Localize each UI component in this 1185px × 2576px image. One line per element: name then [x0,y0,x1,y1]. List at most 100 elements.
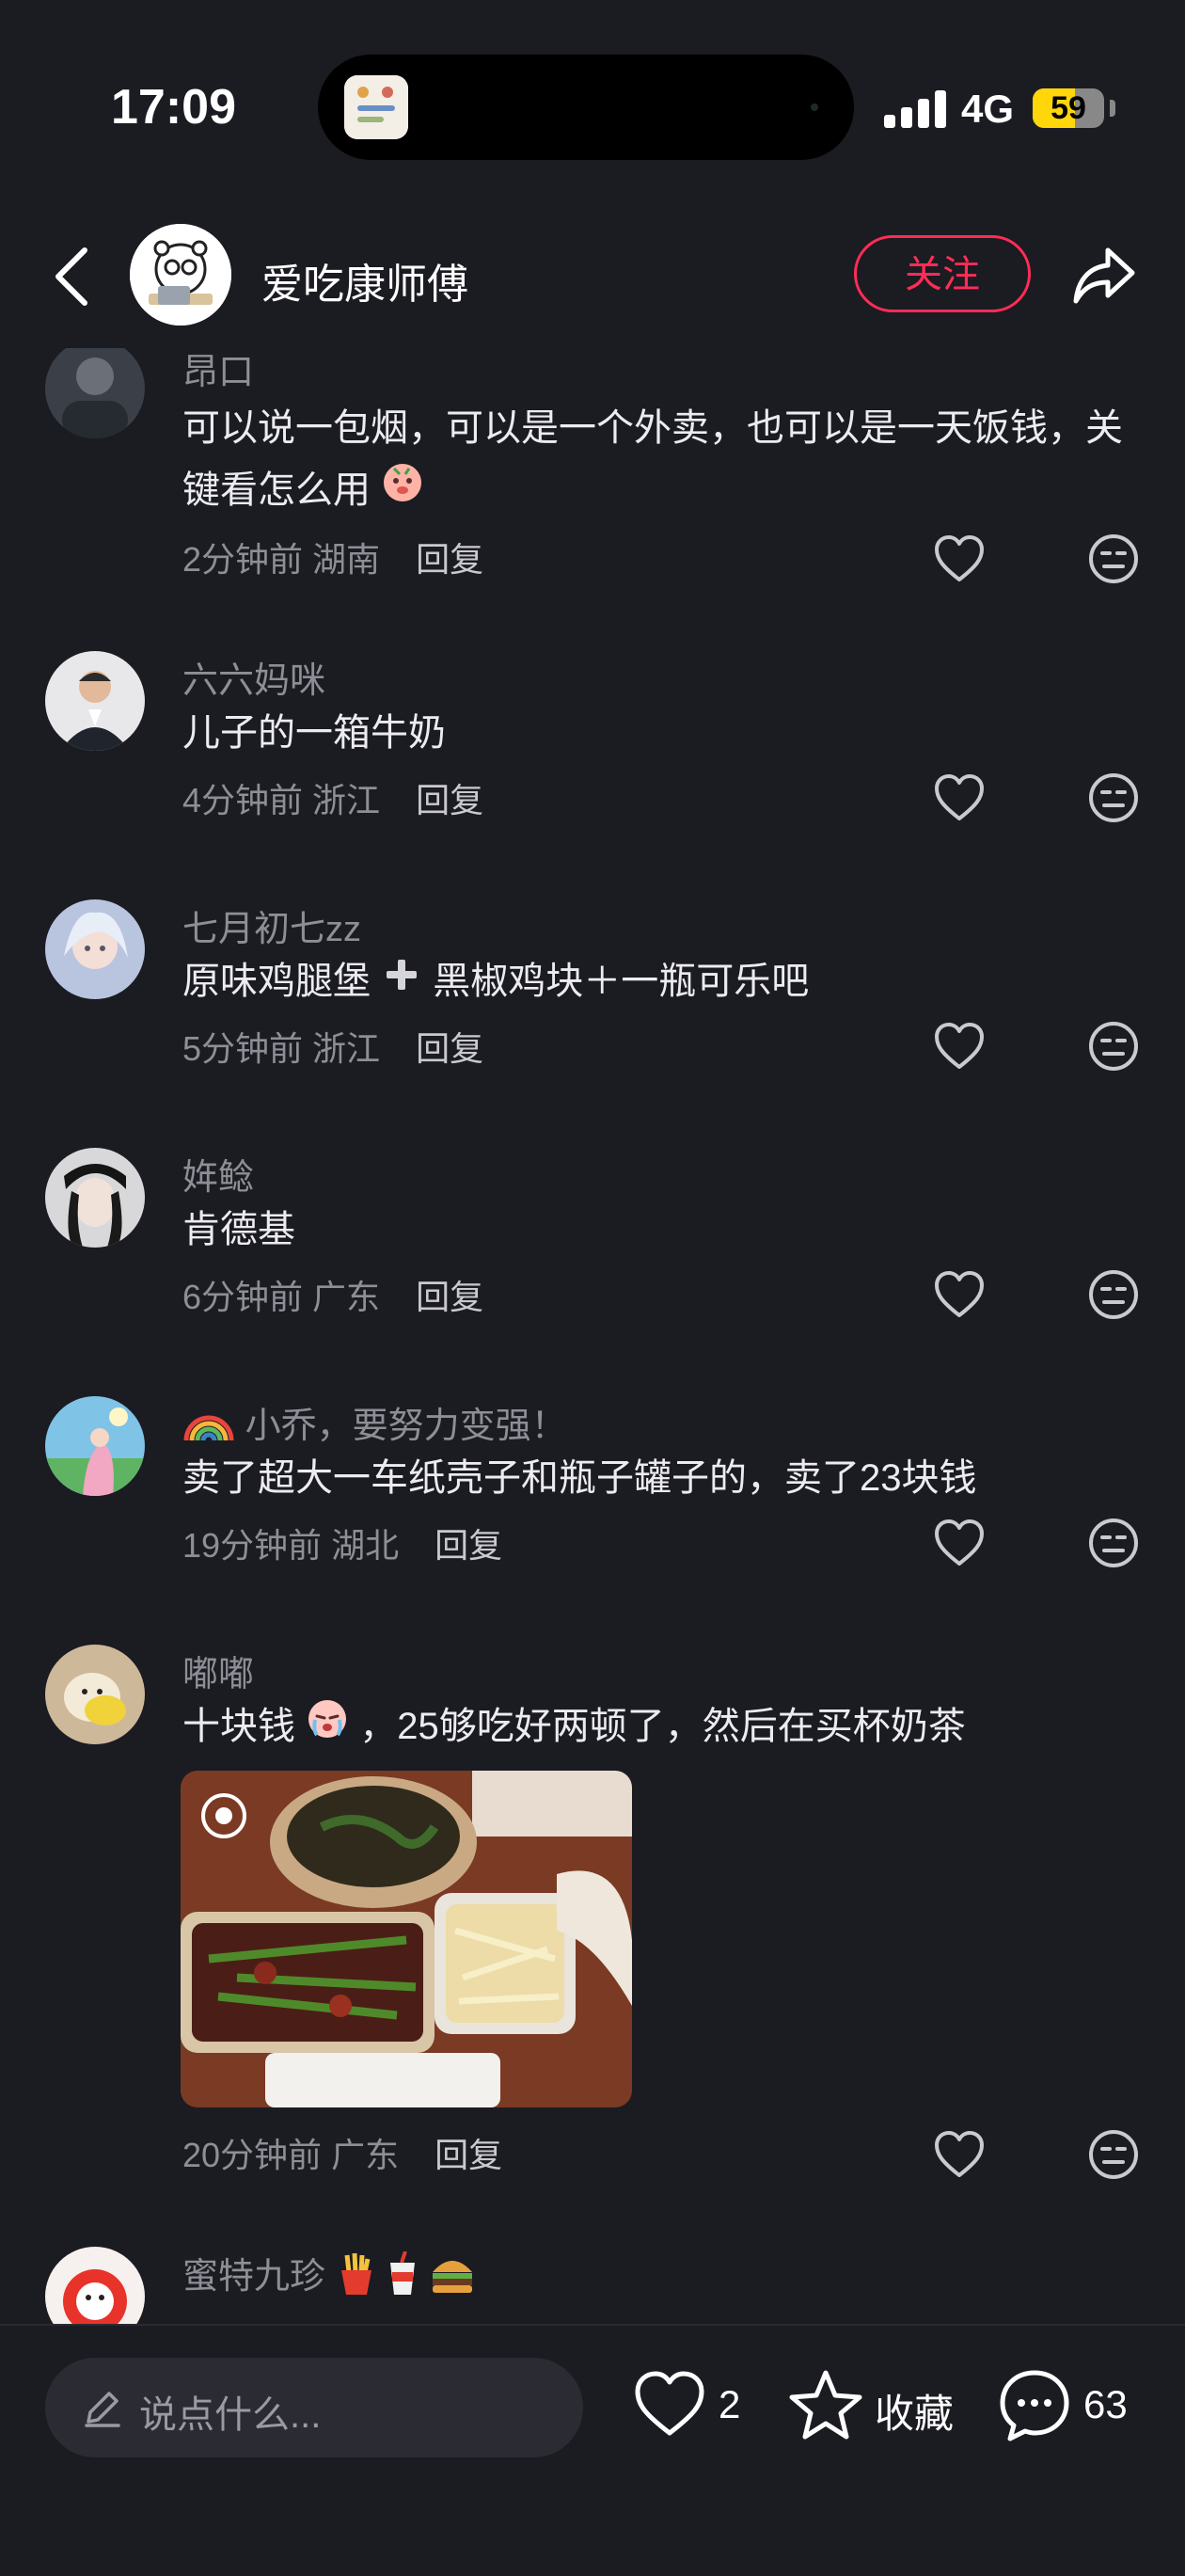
author-avatar[interactable] [130,224,231,326]
favorite-button[interactable]: 收藏 [788,2367,957,2448]
comment-time: 19分钟前 [182,1526,323,1565]
commenter-name[interactable]: 七月初七zz [182,899,361,951]
chat-bubble-icon [997,2367,1072,2442]
heart-icon [632,2367,707,2442]
reply-button[interactable]: 回复 [416,540,483,579]
comment-meta: 2分钟前 湖南 回复 [182,533,483,581]
heart-icon[interactable] [933,534,986,583]
meh-face-icon[interactable] [1087,1020,1140,1073]
meh-face-icon[interactable] [1087,533,1140,585]
commenter-name[interactable]: 昂口 [182,348,254,394]
commenter-name-text: 蜜特九珍 [182,2257,326,2297]
heart-icon[interactable] [933,1270,986,1319]
reply-button[interactable]: 回复 [416,781,483,819]
comment-meta: 19分钟前 湖北 回复 [182,1519,502,1567]
heart-icon[interactable] [933,773,986,822]
reply-button[interactable]: 回复 [434,1526,502,1565]
rainbow-emoji-icon [182,1405,235,1452]
star-icon [788,2367,863,2442]
comment-photo[interactable] [181,1771,632,2107]
comment-text-part: 黑椒鸡块＋一瓶可乐吧 [433,961,810,1002]
comment-text: 肯德基 [182,1209,295,1250]
commenter-name[interactable]: 嘟嘟 [182,1645,254,1696]
like-count: 2 [719,2382,741,2426]
blush-face-emoji-icon [381,461,424,523]
pencil-icon [81,2386,124,2429]
status-bar: 17:09 4G 59 [0,0,1185,188]
comment-location: 浙江 [312,1029,381,1068]
author-name[interactable]: 爱吃康师傅 [261,250,468,310]
commenter-name[interactable]: 六六妈咪 [182,651,325,703]
commenter-name[interactable]: 小乔，要努力变强！ [182,1396,567,1452]
comment-location: 湖北 [331,1526,400,1565]
share-icon[interactable] [1068,241,1140,312]
comment-time: 4分钟前 [182,781,304,819]
post-header: 爱吃康师傅 关注 [0,207,1185,348]
heart-icon[interactable] [933,1022,986,1071]
like-post-button[interactable]: 2 [632,2367,754,2448]
meh-face-icon[interactable] [1087,2128,1140,2181]
plus-emoji-icon [381,952,422,1014]
meh-face-icon[interactable] [1087,1268,1140,1321]
comment-location: 广东 [312,1278,381,1316]
bottom-action-bar: 说点什么... 2 收藏 63 [0,2324,1185,2576]
cell-signal-icon [884,90,946,128]
meh-face-icon[interactable] [1087,1517,1140,1569]
comment-text-body: 可以说一包烟，可以是一个外卖，也可以是一天饭钱，关键看怎么用 [182,407,1123,511]
comment-location: 浙江 [312,781,381,819]
comment-meta: 5分钟前 浙江 回复 [182,1022,483,1071]
comment-text-part: ，25够吃好两顿了，然后在买杯奶茶 [359,1706,966,1747]
reply-button[interactable]: 回复 [434,2136,502,2174]
battery-tip [1110,100,1115,117]
comment-time: 5分钟前 [182,1029,304,1068]
reply-button[interactable]: 回复 [416,1029,483,1068]
comment-input-placeholder: 说点什么... [139,2394,322,2436]
battery-level: 59 [1051,90,1086,126]
back-arrow-icon[interactable] [47,243,98,310]
comments-count: 63 [1083,2382,1128,2426]
network-type: 4G [961,87,1015,131]
comment-text: 儿子的一箱牛奶 [182,712,446,754]
commenter-name[interactable]: 蜜特九珍 [182,2247,476,2306]
heart-icon[interactable] [933,2130,986,2179]
drink-cup-emoji-icon [387,2250,419,2306]
comment-text: 可以说一包烟，可以是一个外卖，也可以是一天饭钱，关键看怎么用 [182,397,1123,523]
status-time: 17:09 [111,80,236,135]
comment-text-part: 十块钱 [182,1706,295,1747]
commenter-avatar[interactable] [45,899,145,999]
comment-text: 卖了超大一车纸壳子和瓶子罐子的，卖了23块钱 [182,1457,977,1499]
comment-meta: 20分钟前 广东 回复 [182,2128,502,2177]
comment-time: 20分钟前 [182,2136,323,2174]
comment-location: 湖南 [312,540,381,579]
follow-button[interactable]: 关注 [854,235,1031,312]
commenter-name[interactable]: 姩鲶 [182,1148,254,1200]
battery-icon: 59 [1033,88,1104,128]
meh-face-icon[interactable] [1087,771,1140,824]
heart-icon[interactable] [933,1519,986,1567]
favorite-label: 收藏 [875,2392,955,2436]
camera-dot [811,103,818,111]
comment-list[interactable]: 昂口 可以说一包烟，可以是一个外卖，也可以是一天饭钱，关键看怎么用 2分钟前 湖… [0,348,1185,2324]
comments-button[interactable]: 63 [997,2367,1147,2448]
commenter-avatar[interactable] [45,348,145,438]
comment-text: 原味鸡腿堡 黑椒鸡块＋一瓶可乐吧 [182,950,1123,1014]
commenter-avatar[interactable] [45,1645,145,1744]
dynamic-island [318,55,854,160]
commenter-avatar[interactable] [45,1148,145,1248]
comment-location: 广东 [331,2136,400,2174]
fries-emoji-icon [336,2251,377,2306]
commenter-avatar[interactable] [45,1396,145,1496]
live-activity-app-icon [344,75,408,139]
comment-meta: 4分钟前 浙江 回复 [182,773,483,822]
burger-emoji-icon [429,2253,476,2304]
comment-time: 6分钟前 [182,1278,304,1316]
comment-input[interactable]: 说点什么... [45,2358,583,2457]
commenter-name-text: 小乔，要努力变强！ [245,1407,567,1446]
commenter-avatar[interactable] [45,651,145,751]
comment-time: 2分钟前 [182,540,304,579]
comment-text: 十块钱 ，25够吃好两顿了，然后在买杯奶茶 [182,1695,1123,1759]
crying-face-emoji-icon [306,1697,349,1759]
commenter-avatar[interactable] [45,2247,145,2324]
reply-button[interactable]: 回复 [416,1278,483,1316]
comment-text-part: 原味鸡腿堡 [182,961,371,1002]
